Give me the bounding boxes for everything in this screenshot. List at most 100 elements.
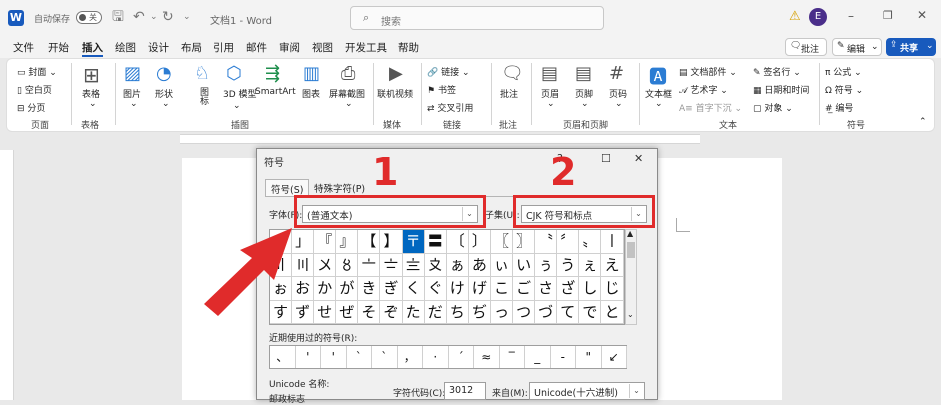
symbol-cell[interactable]: ぁ	[446, 253, 469, 277]
wordart-button[interactable]: 𝒜 艺术字 ⌄	[679, 83, 728, 96]
symbol-button[interactable]: Ω 符号 ⌄	[825, 83, 863, 96]
undo-dropdown-icon[interactable]: ⌄	[150, 12, 158, 22]
close-icon[interactable]: ✕	[917, 8, 927, 22]
cross-reference-button[interactable]: ⇄ 交叉引用	[427, 101, 473, 114]
symbol-cell[interactable]: っ	[490, 300, 514, 324]
symbol-cell[interactable]: 〦	[358, 253, 381, 277]
tab-home[interactable]: 开始	[48, 40, 69, 55]
symbol-cell[interactable]: ぎ	[380, 277, 403, 301]
autosave-toggle[interactable]: 关	[76, 11, 102, 24]
tab-draw[interactable]: 绘图	[115, 40, 136, 55]
symbol-cell[interactable]: い	[513, 253, 536, 277]
recent-symbol-cell[interactable]: _	[525, 346, 551, 368]
symbol-cell[interactable]: だ	[424, 300, 447, 324]
quick-parts-button[interactable]: ▤ 文档部件 ⌄	[679, 65, 737, 78]
share-button[interactable]: ⇪ 共享 ⌄	[886, 38, 936, 56]
symbol-cell[interactable]: ち	[446, 300, 469, 324]
tab-view[interactable]: 视图	[312, 40, 333, 55]
save-icon[interactable]: 🖫	[112, 10, 124, 24]
signature-line-button[interactable]: ✎ 签名行 ⌄	[753, 65, 801, 78]
tab-developer[interactable]: 开发工具	[345, 40, 387, 55]
dialog-close-icon[interactable]: ✕	[634, 152, 643, 165]
from-select[interactable]: Unicode(十六进制) ⌄	[529, 382, 645, 400]
symbol-cell[interactable]: 』	[336, 230, 359, 254]
symbol-cell[interactable]: 〞	[557, 230, 580, 254]
symbol-cell[interactable]: 〨	[402, 253, 425, 277]
avatar[interactable]: E	[809, 8, 827, 26]
drop-cap-button[interactable]: A≡ 首字下沉 ⌄	[679, 101, 742, 114]
symbol-cell[interactable]: う	[557, 253, 580, 277]
recent-symbol-cell[interactable]: ‾	[500, 346, 525, 368]
page-number-button[interactable]: # 页码 ⌄	[607, 63, 631, 113]
cover-page-button[interactable]: ▭ 封面 ⌄	[17, 65, 57, 78]
link-button[interactable]: 🔗 链接 ⌄	[427, 65, 470, 78]
tab-design[interactable]: 设计	[148, 40, 169, 55]
maximize-icon[interactable]: ☐	[601, 152, 611, 165]
tab-layout[interactable]: 布局	[181, 40, 202, 55]
symbol-cell[interactable]: 『	[314, 230, 337, 254]
symbol-cell[interactable]: ぅ	[535, 253, 558, 277]
symbol-cell-selected[interactable]: 〒	[402, 230, 425, 254]
screenshot-button[interactable]: ⎙ 屏幕截图 ⌄	[329, 63, 369, 113]
symbol-cell[interactable]: さ	[535, 277, 558, 301]
symbol-cell[interactable]: き	[358, 277, 381, 301]
comments-button[interactable]: 🗨 批注	[785, 38, 827, 56]
minimize-icon[interactable]: –	[848, 9, 854, 23]
symbol-cell[interactable]: 】	[380, 230, 403, 254]
footer-button[interactable]: ▤ 页脚 ⌄	[573, 63, 597, 113]
tab-file[interactable]: 文件	[13, 40, 34, 55]
symbol-cell[interactable]: 〗	[513, 230, 536, 254]
blank-page-button[interactable]: ▯ 空白页	[17, 83, 52, 96]
shapes-button[interactable]: ◔ 形状 ⌄	[153, 63, 179, 113]
chart-button[interactable]: ▥ 图表	[301, 63, 325, 113]
recent-symbol-cell[interactable]: ，	[398, 346, 423, 368]
symbol-cell[interactable]: く	[402, 277, 425, 301]
symbol-cell[interactable]: え	[601, 253, 624, 277]
smartart-button[interactable]: ⇶ SmartArt	[255, 63, 296, 113]
tab-insert[interactable]: 插入	[82, 40, 103, 55]
symbol-cell[interactable]: じ	[601, 277, 624, 301]
symbol-cell[interactable]: け	[446, 277, 469, 301]
scroll-down-icon[interactable]: ⌄	[627, 310, 634, 319]
symbol-cell[interactable]: た	[402, 300, 425, 324]
scroll-thumb[interactable]	[627, 242, 635, 258]
symbol-cell[interactable]: し	[579, 277, 602, 301]
tab-mailings[interactable]: 邮件	[246, 40, 267, 55]
symbol-cell[interactable]: と	[601, 300, 624, 324]
3d-models-button[interactable]: ⬡ 3D 模型 ⌄	[223, 63, 257, 117]
symbol-cell[interactable]: せ	[314, 300, 337, 324]
symbol-cell[interactable]: 〩	[424, 253, 447, 277]
pictures-button[interactable]: ▨ 图片 ⌄	[121, 63, 147, 113]
symbol-cell[interactable]: 【	[358, 230, 381, 254]
icons-button[interactable]: ♘ 图标	[193, 63, 213, 117]
undo-icon[interactable]: ↶	[133, 10, 145, 24]
symbol-cell[interactable]: 〧	[380, 253, 403, 277]
symbol-cell[interactable]: ぜ	[336, 300, 359, 324]
symbol-cell[interactable]: か	[314, 277, 337, 301]
restore-icon[interactable]: ❐	[883, 9, 893, 22]
new-comment-button[interactable]: 🗨 批注	[497, 63, 524, 113]
symbol-cell[interactable]: づ	[535, 300, 558, 324]
symbol-cell[interactable]: 〓	[424, 230, 447, 254]
symbol-cell[interactable]: ざ	[557, 277, 580, 301]
symbol-cell[interactable]: こ	[490, 277, 514, 301]
symbol-cell[interactable]: ぢ	[468, 300, 491, 324]
search-box[interactable]: ⌕ 搜索	[350, 6, 604, 30]
editing-mode-button[interactable]: ✎ 编辑 ⌄	[832, 38, 882, 56]
recent-symbol-cell[interactable]: 、	[270, 346, 296, 368]
recent-symbol-cell[interactable]: `	[347, 346, 372, 368]
symbol-cell[interactable]: 〝	[535, 230, 558, 254]
recent-symbol-cell[interactable]: ´	[449, 346, 474, 368]
page-break-button[interactable]: ⊟ 分页	[17, 101, 45, 114]
symbol-cell[interactable]: げ	[468, 277, 491, 301]
tab-references[interactable]: 引用	[213, 40, 234, 55]
redo-icon[interactable]: ↻	[162, 10, 174, 24]
recent-symbol-cell[interactable]: '	[321, 346, 347, 368]
symbol-cell[interactable]: で	[579, 300, 602, 324]
symbol-cell[interactable]: あ	[468, 253, 491, 277]
symbol-cell[interactable]: 〤	[314, 253, 337, 277]
tab-review[interactable]: 审阅	[279, 40, 300, 55]
symbol-cell[interactable]: ぐ	[424, 277, 447, 301]
char-code-input[interactable]: 3012	[444, 382, 486, 400]
date-time-button[interactable]: ▦ 日期和时间	[753, 83, 809, 96]
